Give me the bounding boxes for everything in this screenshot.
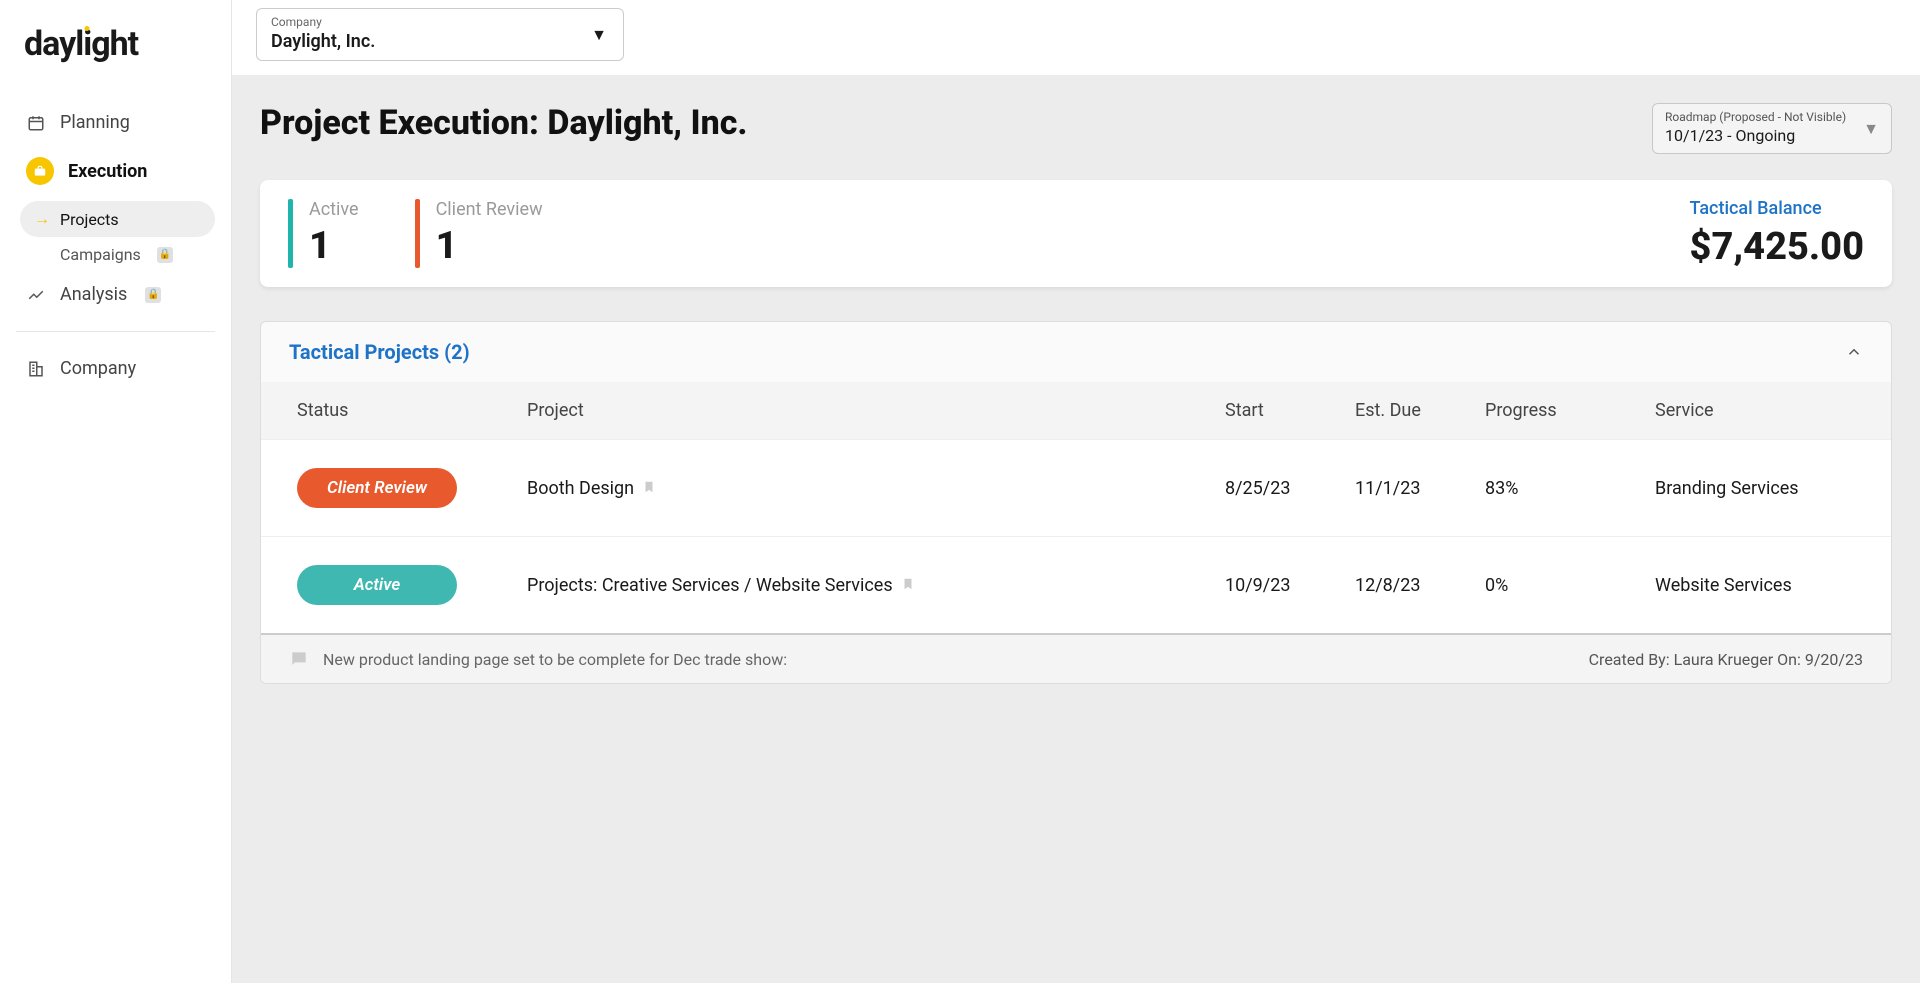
note-text: New product landing page set to be compl… bbox=[323, 650, 787, 669]
est-due-date: 12/8/23 bbox=[1355, 575, 1475, 596]
comment-icon bbox=[289, 649, 309, 669]
chart-icon bbox=[26, 285, 46, 305]
sub-item-label: Projects bbox=[60, 210, 119, 229]
table-header: Status Project Start Est. Due Progress S… bbox=[261, 382, 1891, 439]
lock-icon: 🔒 bbox=[145, 287, 161, 303]
stat-label: Client Review bbox=[436, 199, 543, 220]
caret-down-icon: ▼ bbox=[1863, 119, 1879, 139]
balance-value: $7,425.00 bbox=[1690, 225, 1864, 269]
sub-nav: → Projects Campaigns 🔒 bbox=[20, 201, 215, 272]
nav-item-analysis[interactable]: Analysis 🔒 bbox=[16, 272, 215, 317]
note-row: New product landing page set to be compl… bbox=[261, 633, 1891, 683]
content: Project Execution: Daylight, Inc. Roadma… bbox=[232, 75, 1920, 983]
service: Branding Services bbox=[1655, 478, 1855, 499]
nav-label: Company bbox=[60, 358, 136, 379]
page-header: Project Execution: Daylight, Inc. Roadma… bbox=[260, 103, 1892, 154]
col-project: Project bbox=[527, 400, 1215, 421]
calendar-icon bbox=[26, 113, 46, 133]
nav-label: Analysis bbox=[60, 284, 127, 305]
bookmark-icon bbox=[642, 479, 656, 498]
table-row[interactable]: Active Projects: Creative Services / Web… bbox=[261, 536, 1891, 633]
stat-value: 1 bbox=[309, 224, 359, 268]
nav-label: Planning bbox=[60, 112, 130, 133]
page-title: Project Execution: Daylight, Inc. bbox=[260, 103, 748, 143]
status-pill: Active bbox=[297, 565, 457, 605]
caret-down-icon: ▼ bbox=[591, 25, 607, 45]
roadmap-value: 10/1/23 - Ongoing bbox=[1665, 126, 1879, 145]
arrow-right-icon: → bbox=[34, 209, 48, 229]
logo: daylight bbox=[16, 24, 215, 64]
roadmap-label: Roadmap (Proposed - Not Visible) bbox=[1665, 110, 1879, 124]
col-progress: Progress bbox=[1485, 400, 1645, 421]
balance: Tactical Balance $7,425.00 bbox=[1690, 198, 1864, 269]
company-select[interactable]: Company Daylight, Inc. ▼ bbox=[256, 8, 624, 61]
chevron-up-icon bbox=[1845, 343, 1863, 361]
briefcase-icon bbox=[26, 157, 54, 185]
progress: 0% bbox=[1485, 575, 1645, 596]
balance-label: Tactical Balance bbox=[1690, 198, 1864, 219]
company-select-label: Company bbox=[271, 15, 609, 29]
nav-item-planning[interactable]: Planning bbox=[16, 100, 215, 145]
stats-card: Active 1 Client Review 1 Tactical Balanc… bbox=[260, 180, 1892, 287]
sub-item-label: Campaigns bbox=[60, 245, 141, 264]
sub-item-campaigns[interactable]: Campaigns 🔒 bbox=[20, 237, 215, 272]
stat-bar bbox=[415, 199, 420, 268]
section-header[interactable]: Tactical Projects (2) bbox=[261, 322, 1891, 382]
col-status: Status bbox=[297, 400, 517, 421]
table-row[interactable]: Client Review Booth Design 8/25/23 11/1/… bbox=[261, 439, 1891, 536]
est-due-date: 11/1/23 bbox=[1355, 478, 1475, 499]
building-icon bbox=[26, 359, 46, 379]
nav-item-execution[interactable]: Execution bbox=[16, 145, 215, 197]
stat-client-review: Client Review 1 bbox=[415, 199, 543, 268]
section-title: Tactical Projects (2) bbox=[289, 340, 470, 364]
project-name: Projects: Creative Services / Website Se… bbox=[527, 575, 1215, 596]
col-est-due: Est. Due bbox=[1355, 400, 1475, 421]
service: Website Services bbox=[1655, 575, 1855, 596]
progress: 83% bbox=[1485, 478, 1645, 499]
note-meta: Created By: Laura Krueger On: 9/20/23 bbox=[1589, 650, 1863, 669]
divider bbox=[16, 331, 215, 332]
stat-value: 1 bbox=[436, 224, 543, 268]
main: Company Daylight, Inc. ▼ Project Executi… bbox=[232, 0, 1920, 983]
topbar: Company Daylight, Inc. ▼ bbox=[232, 0, 1920, 75]
nav-item-company[interactable]: Company bbox=[16, 346, 215, 391]
sidebar: daylight Planning Execution → Projects C… bbox=[0, 0, 232, 983]
stat-active: Active 1 bbox=[288, 199, 359, 268]
lock-icon: 🔒 bbox=[157, 247, 173, 263]
roadmap-select[interactable]: Roadmap (Proposed - Not Visible) 10/1/23… bbox=[1652, 103, 1892, 154]
sub-item-projects[interactable]: → Projects bbox=[20, 201, 215, 237]
status-pill: Client Review bbox=[297, 468, 457, 508]
projects-section: Tactical Projects (2) Status Project Sta… bbox=[260, 321, 1892, 684]
company-select-value: Daylight, Inc. bbox=[271, 31, 609, 52]
stat-label: Active bbox=[309, 199, 359, 220]
col-service: Service bbox=[1655, 400, 1855, 421]
stat-bar bbox=[288, 199, 293, 268]
project-name: Booth Design bbox=[527, 478, 1215, 499]
col-start: Start bbox=[1225, 400, 1345, 421]
nav-label: Execution bbox=[68, 161, 147, 182]
bookmark-icon bbox=[901, 576, 915, 595]
start-date: 8/25/23 bbox=[1225, 478, 1345, 499]
start-date: 10/9/23 bbox=[1225, 575, 1345, 596]
